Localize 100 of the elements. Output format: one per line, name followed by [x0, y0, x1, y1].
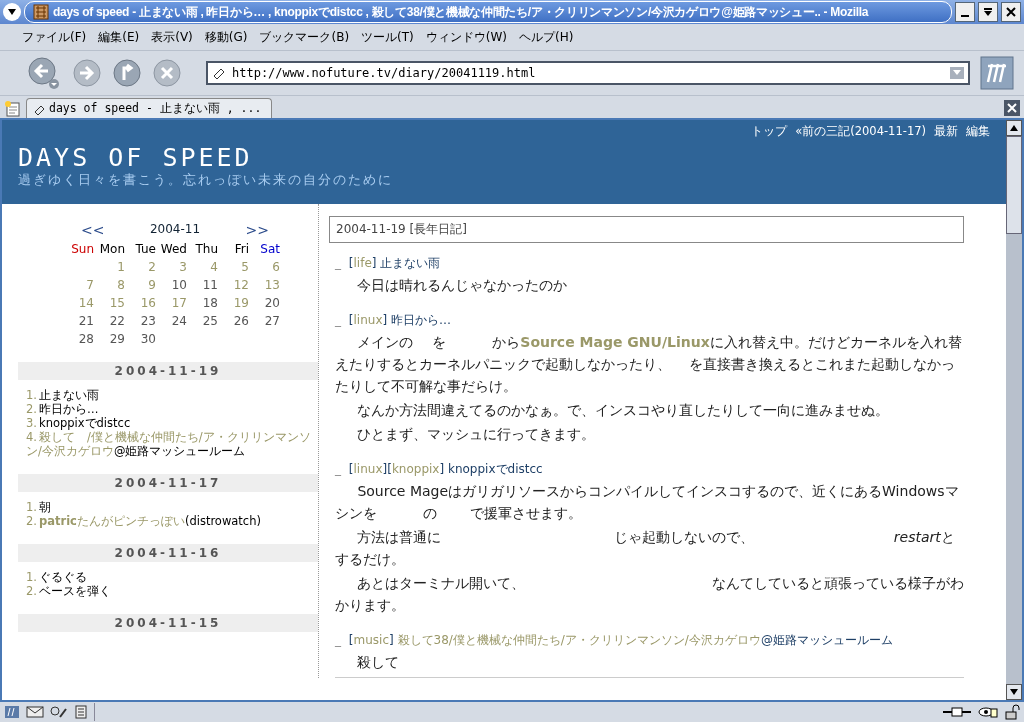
padlock-icon — [1004, 704, 1020, 720]
minimize-icon[interactable] — [955, 2, 975, 22]
day-number: 18 — [201, 296, 218, 310]
mail-icon[interactable] — [26, 705, 44, 719]
day-link[interactable]: 12 — [218, 278, 249, 292]
recent-entry[interactable]: 3. knoppixでdistcc — [26, 416, 314, 430]
scroll-thumb[interactable] — [1006, 136, 1022, 234]
anchor-link[interactable]: _ — [335, 462, 341, 476]
weekday-label: Fri — [233, 242, 249, 256]
day-number: 28 — [77, 332, 94, 346]
recent-date-header: 2004-11-15 — [18, 614, 318, 632]
day-link[interactable]: 13 — [249, 278, 280, 292]
page-icon — [212, 66, 226, 80]
close-icon[interactable] — [1001, 2, 1021, 22]
day-link[interactable]: 8 — [94, 278, 125, 292]
window-menu-icon[interactable] — [3, 3, 21, 21]
weekday-label: Sat — [259, 242, 280, 256]
paragraph: ひとまず、マッシュに行ってきます。 — [356, 425, 597, 444]
day-number: 27 — [263, 314, 280, 328]
close-tab-icon[interactable] — [1004, 100, 1020, 116]
entry-title: 止まない雨 — [380, 256, 441, 270]
address-book-icon[interactable] — [74, 705, 88, 719]
nav-link[interactable]: 編集 — [966, 124, 990, 139]
forward-icon[interactable] — [72, 58, 102, 88]
recent-entry[interactable]: 1. 止まない雨 — [26, 388, 314, 402]
day-number: 11 — [201, 278, 218, 292]
scroll-down-icon[interactable] — [1006, 684, 1022, 700]
day-link[interactable]: 15 — [94, 296, 125, 310]
connection-icon — [942, 706, 972, 718]
menu-item[interactable]: ヘルプ(H) — [519, 28, 574, 46]
next-month-link[interactable]: >> — [245, 222, 269, 238]
category-link[interactable]: [linux] — [348, 313, 388, 327]
nav-link[interactable]: 最新 — [934, 124, 958, 139]
category-link[interactable]: [life] — [348, 256, 377, 270]
menu-item[interactable]: 表示(V) — [151, 28, 193, 46]
recent-entry[interactable]: 2. ベースを弾く — [26, 584, 314, 598]
day-number: 20 — [263, 296, 280, 310]
recent-date-header: 2004-11-17 — [18, 474, 318, 492]
menu-item[interactable]: ブックマーク(B) — [259, 28, 350, 46]
day-number: 21 — [77, 314, 94, 328]
stop-icon[interactable] — [152, 58, 182, 88]
browser-icon[interactable] — [4, 705, 20, 719]
paragraph: Source Mageはガリガリソースからコンパイルしてインスコするので、近くにあるWindowsマシンを の で援軍させます。 — [335, 482, 960, 523]
category-link[interactable]: [knoppix] — [387, 462, 445, 476]
paragraph: あとはターミナル開いて、 なんてしていると頑張っている様子がわかります。 — [335, 574, 964, 615]
day-number: 26 — [232, 314, 249, 328]
weekday-label: Sun — [70, 242, 94, 256]
anchor-link[interactable]: _ — [335, 256, 341, 270]
paragraph: 方法は普通に じゃ起動しないので、 restartとするだけ。 — [335, 528, 956, 569]
day-number: 24 — [170, 314, 187, 328]
nav-link[interactable]: トップ — [751, 124, 788, 139]
nav-link[interactable]: «前の三記(2004-11-17) — [795, 124, 926, 139]
menu-item[interactable]: ウィンドウ(W) — [425, 28, 507, 46]
recent-entry[interactable]: 2. patricたんがピンチっぽい(distrowatch) — [26, 514, 314, 528]
address-field[interactable]: http://www.nofuture.tv/diary/20041119.html — [206, 61, 970, 85]
paragraph: 殺して — [356, 653, 401, 672]
app-icon — [33, 4, 49, 20]
menu-item[interactable]: ツール(T) — [361, 28, 414, 46]
entry-title: @姫路マッシュールーム — [760, 633, 893, 647]
menu-item[interactable]: ファイル(F) — [22, 28, 87, 46]
paragraph: メインの を から Source Mage GNU/Linuxに入れ替え中。だけどカーネルを入れ替えたりするとカーネルパニックで起動しなかったり、 を直接書き換えるとこれまた起動しなかったりして不可解な事だらけ。 — [335, 333, 963, 396]
anchor-link[interactable]: _ — [335, 313, 341, 327]
day-link[interactable]: 1 — [94, 260, 125, 274]
reload-icon[interactable] — [112, 58, 142, 88]
day-number: 30 — [139, 332, 156, 346]
diary-date-heading: 2004-11-19 [長年日記] — [329, 216, 964, 243]
entry-title: knoppixでdistcc — [447, 462, 543, 476]
previous-month-link[interactable]: << — [81, 222, 105, 238]
entry-title: 昨日から… — [391, 313, 451, 327]
back-icon[interactable] — [26, 55, 62, 91]
paragraph: 今日は晴れるんじゃなかったのか — [356, 276, 569, 295]
title-link[interactable]: 殺して38/僕と機械な仲間たち/ア・クリリンマンソン/今沢カゲロウ — [397, 633, 761, 647]
day-link[interactable]: 19 — [218, 296, 249, 310]
recent-entry[interactable]: 1. ぐるぐる — [26, 570, 314, 584]
maximize-icon[interactable] — [978, 2, 998, 22]
weekday-label: Tue — [134, 242, 156, 256]
day-number: 10 — [170, 278, 187, 292]
site-tagline: 過ぎゆく日々を書こう。忘れっぽい未来の自分のために — [18, 172, 394, 189]
menu-item[interactable]: 移動(G) — [204, 28, 248, 46]
recent-entry[interactable]: 2. 昨日から… — [26, 402, 314, 416]
logo-icon — [980, 56, 1014, 90]
eye-icon — [978, 705, 998, 719]
recent-date-header: 2004-11-19 — [18, 362, 318, 380]
day-number: 29 — [108, 332, 125, 346]
category-link[interactable]: [music] — [348, 633, 394, 647]
weekday-label: Wed — [159, 242, 187, 256]
day-number: 25 — [201, 314, 218, 328]
menu-item[interactable]: 編集(E) — [98, 28, 140, 46]
recent-date-header: 2004-11-16 — [18, 544, 318, 562]
new-tab-icon[interactable] — [4, 100, 22, 118]
scrollbar[interactable] — [1006, 120, 1022, 700]
recent-entry[interactable]: 1. 朝 — [26, 500, 314, 514]
scroll-up-icon[interactable] — [1006, 120, 1022, 136]
weekday-label: Thu — [194, 242, 218, 256]
anchor-link[interactable]: _ — [335, 633, 341, 647]
category-link[interactable]: [linux] — [348, 462, 388, 476]
day-link[interactable]: 16 — [125, 296, 156, 310]
day-link[interactable]: 9 — [125, 278, 156, 292]
recent-entry[interactable]: 4. 殺して /僕と機械な仲間たち/ア・クリリンマンソン/今沢カゲロウ@姫路マッシュールーム — [26, 430, 314, 458]
browser-tab[interactable]: days of speed - 止まない雨 , ... — [26, 98, 273, 118]
